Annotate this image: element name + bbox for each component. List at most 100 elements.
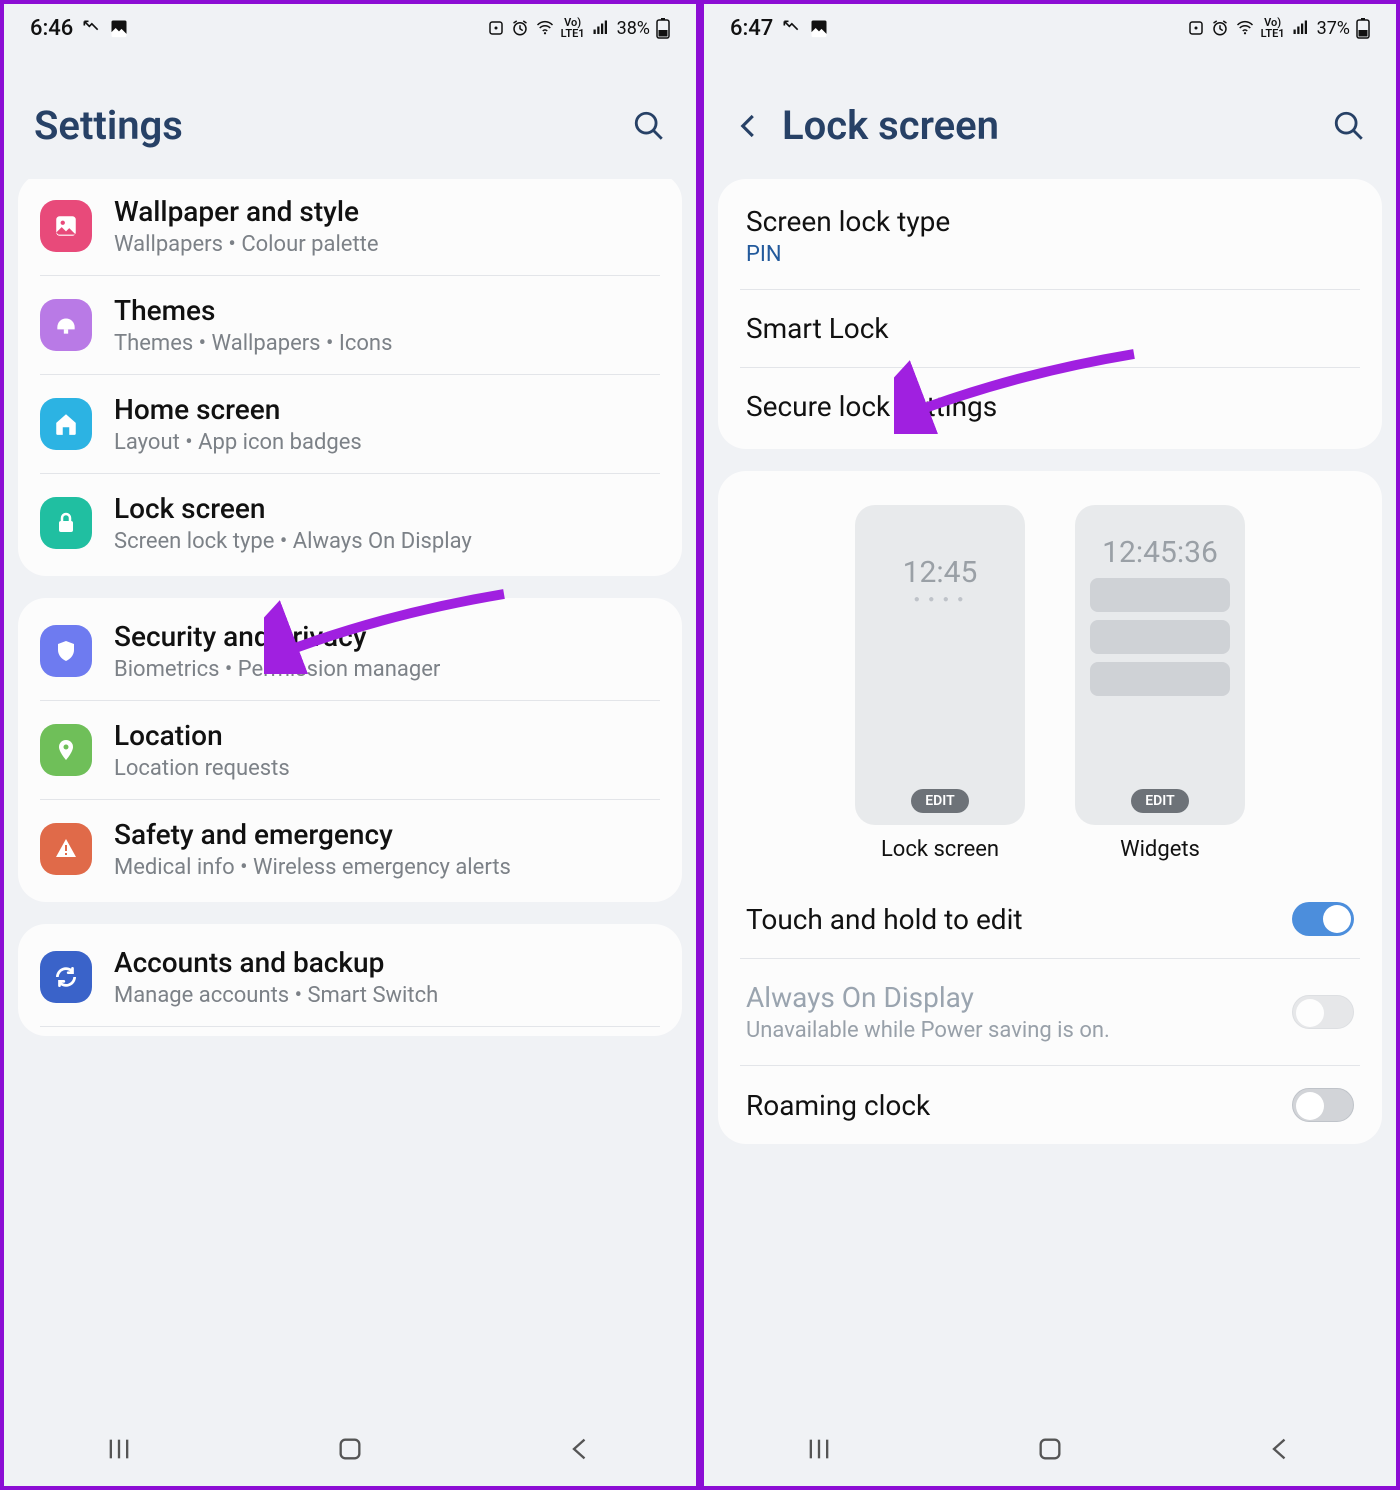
settings-group: Accounts and backup Manage accounts • Sma…: [18, 924, 682, 1036]
search-icon[interactable]: [1332, 109, 1366, 143]
wallpaper-icon: [40, 200, 92, 252]
item-title: Themes: [114, 294, 392, 327]
battery-icon: [656, 17, 670, 39]
preview-clock: 12:45: [903, 555, 978, 590]
settings-item-lock-screen[interactable]: Lock screen Screen lock type • Always On …: [40, 473, 660, 572]
alarm-icon: [511, 19, 529, 37]
settings-item-wallpaper[interactable]: Wallpaper and style Wallpapers • Colour p…: [40, 179, 660, 275]
edit-badge: EDIT: [911, 789, 968, 813]
toggle-roaming-clock[interactable]: [1292, 1088, 1354, 1122]
themes-icon: [40, 299, 92, 351]
settings-item-themes[interactable]: Themes Themes • Wallpapers • Icons: [40, 275, 660, 374]
item-sub: Layout • App icon badges: [114, 430, 362, 455]
image-icon: [809, 18, 829, 38]
preview-lock-screen[interactable]: 12:45 ● ● ● ● EDIT Lock screen: [855, 505, 1025, 862]
location-icon: [40, 724, 92, 776]
row-roaming-clock[interactable]: Roaming clock: [740, 1065, 1360, 1144]
nav-recents[interactable]: [779, 1435, 859, 1467]
alarm-icon: [1211, 19, 1229, 37]
lock-screen-group-1: Screen lock type PIN Smart Lock Secure lo…: [718, 179, 1382, 449]
preview-widgets[interactable]: 12:45:36 EDIT Widgets: [1075, 505, 1245, 862]
widget-bar: [1090, 620, 1230, 654]
toggle-aod: [1292, 995, 1354, 1029]
row-title: Always On Display: [746, 981, 1110, 1014]
nav-home[interactable]: [1010, 1435, 1090, 1467]
search-icon[interactable]: [632, 109, 666, 143]
nav-bar: [4, 1416, 696, 1486]
item-sub: Medical info • Wireless emergency alerts: [114, 855, 511, 880]
settings-item-home-screen[interactable]: Home screen Layout • App icon badges: [40, 374, 660, 473]
edit-badge: EDIT: [1131, 789, 1188, 813]
item-title: Lock screen: [114, 492, 472, 525]
lock-icon: [40, 497, 92, 549]
settings-group: Security and privacy Biometrics • Permiss…: [18, 598, 682, 902]
item-title: Location: [114, 719, 290, 752]
row-title: Smart Lock: [746, 312, 889, 345]
settings-item-accounts[interactable]: Accounts and backup Manage accounts • Sma…: [40, 928, 660, 1026]
row-smart-lock[interactable]: Smart Lock: [740, 289, 1360, 367]
item-title: Safety and emergency: [114, 818, 511, 851]
restrict-icon: [487, 19, 505, 37]
preview-caption: Lock screen: [855, 837, 1025, 862]
wifi-icon: [1235, 19, 1255, 37]
row-title: Secure lock settings: [746, 390, 997, 423]
back-button[interactable]: [734, 111, 764, 141]
toggle-touch-hold[interactable]: [1292, 902, 1354, 936]
status-battery-pct: 37%: [1317, 18, 1350, 39]
row-screen-lock-type[interactable]: Screen lock type PIN: [740, 183, 1360, 289]
missed-call-icon: [81, 18, 101, 38]
home-icon: [40, 398, 92, 450]
row-sub: Unavailable while Power saving is on.: [746, 1018, 1110, 1043]
volte-icon: Vo)LTE1: [561, 17, 585, 39]
nav-back[interactable]: [541, 1435, 621, 1467]
widget-bar: [1090, 578, 1230, 612]
page-title: Lock screen: [782, 102, 999, 149]
item-sub: Themes • Wallpapers • Icons: [114, 331, 392, 356]
nav-recents[interactable]: [79, 1435, 159, 1467]
wifi-icon: [535, 19, 555, 37]
status-time: 6:46: [30, 16, 73, 41]
image-icon: [109, 18, 129, 38]
missed-call-icon: [781, 18, 801, 38]
item-sub: Screen lock type • Always On Display: [114, 529, 472, 554]
nav-back[interactable]: [1241, 1435, 1321, 1467]
volte-icon: Vo)LTE1: [1261, 17, 1285, 39]
widget-bar: [1090, 662, 1230, 696]
nav-home[interactable]: [310, 1435, 390, 1467]
status-time: 6:47: [730, 16, 773, 41]
preview-caption: Widgets: [1075, 837, 1245, 862]
settings-item-security[interactable]: Security and privacy Biometrics • Permiss…: [40, 602, 660, 700]
row-sub: PIN: [746, 242, 950, 267]
item-title: Accounts and backup: [114, 946, 438, 979]
item-title: Home screen: [114, 393, 362, 426]
settings-group: Wallpaper and style Wallpapers • Colour p…: [18, 179, 682, 576]
sync-icon: [40, 951, 92, 1003]
status-bar: 6:46 Vo)LTE1 38%: [4, 4, 696, 52]
shield-icon: [40, 625, 92, 677]
battery-icon: [1356, 17, 1370, 39]
item-sub: Biometrics • Permission manager: [114, 657, 440, 682]
item-sub: Location requests: [114, 756, 290, 781]
page-title: Settings: [34, 102, 183, 149]
settings-item-location[interactable]: Location Location requests: [40, 700, 660, 799]
row-secure-lock-settings[interactable]: Secure lock settings: [740, 367, 1360, 445]
item-title: Security and privacy: [114, 620, 440, 653]
status-bar: 6:47 Vo)LTE1 37%: [704, 4, 1396, 52]
row-touch-hold-edit[interactable]: Touch and hold to edit: [740, 880, 1360, 958]
row-title: Touch and hold to edit: [746, 903, 1023, 936]
nav-bar: [704, 1416, 1396, 1486]
lock-screen-group-2: 12:45 ● ● ● ● EDIT Lock screen 12:45:36: [718, 471, 1382, 1144]
status-battery-pct: 38%: [617, 18, 650, 39]
item-title: Wallpaper and style: [114, 195, 379, 228]
signal-icon: [591, 19, 611, 37]
row-title: Roaming clock: [746, 1089, 930, 1122]
settings-item-safety[interactable]: Safety and emergency Medical info • Wirel…: [40, 799, 660, 898]
preview-row: 12:45 ● ● ● ● EDIT Lock screen 12:45:36: [740, 475, 1360, 880]
signal-icon: [1291, 19, 1311, 37]
restrict-icon: [1187, 19, 1205, 37]
row-title: Screen lock type: [746, 205, 950, 238]
safety-icon: [40, 823, 92, 875]
item-sub: Manage accounts • Smart Switch: [114, 983, 438, 1008]
item-sub: Wallpapers • Colour palette: [114, 232, 379, 257]
row-always-on-display: Always On Display Unavailable while Power…: [740, 958, 1360, 1065]
